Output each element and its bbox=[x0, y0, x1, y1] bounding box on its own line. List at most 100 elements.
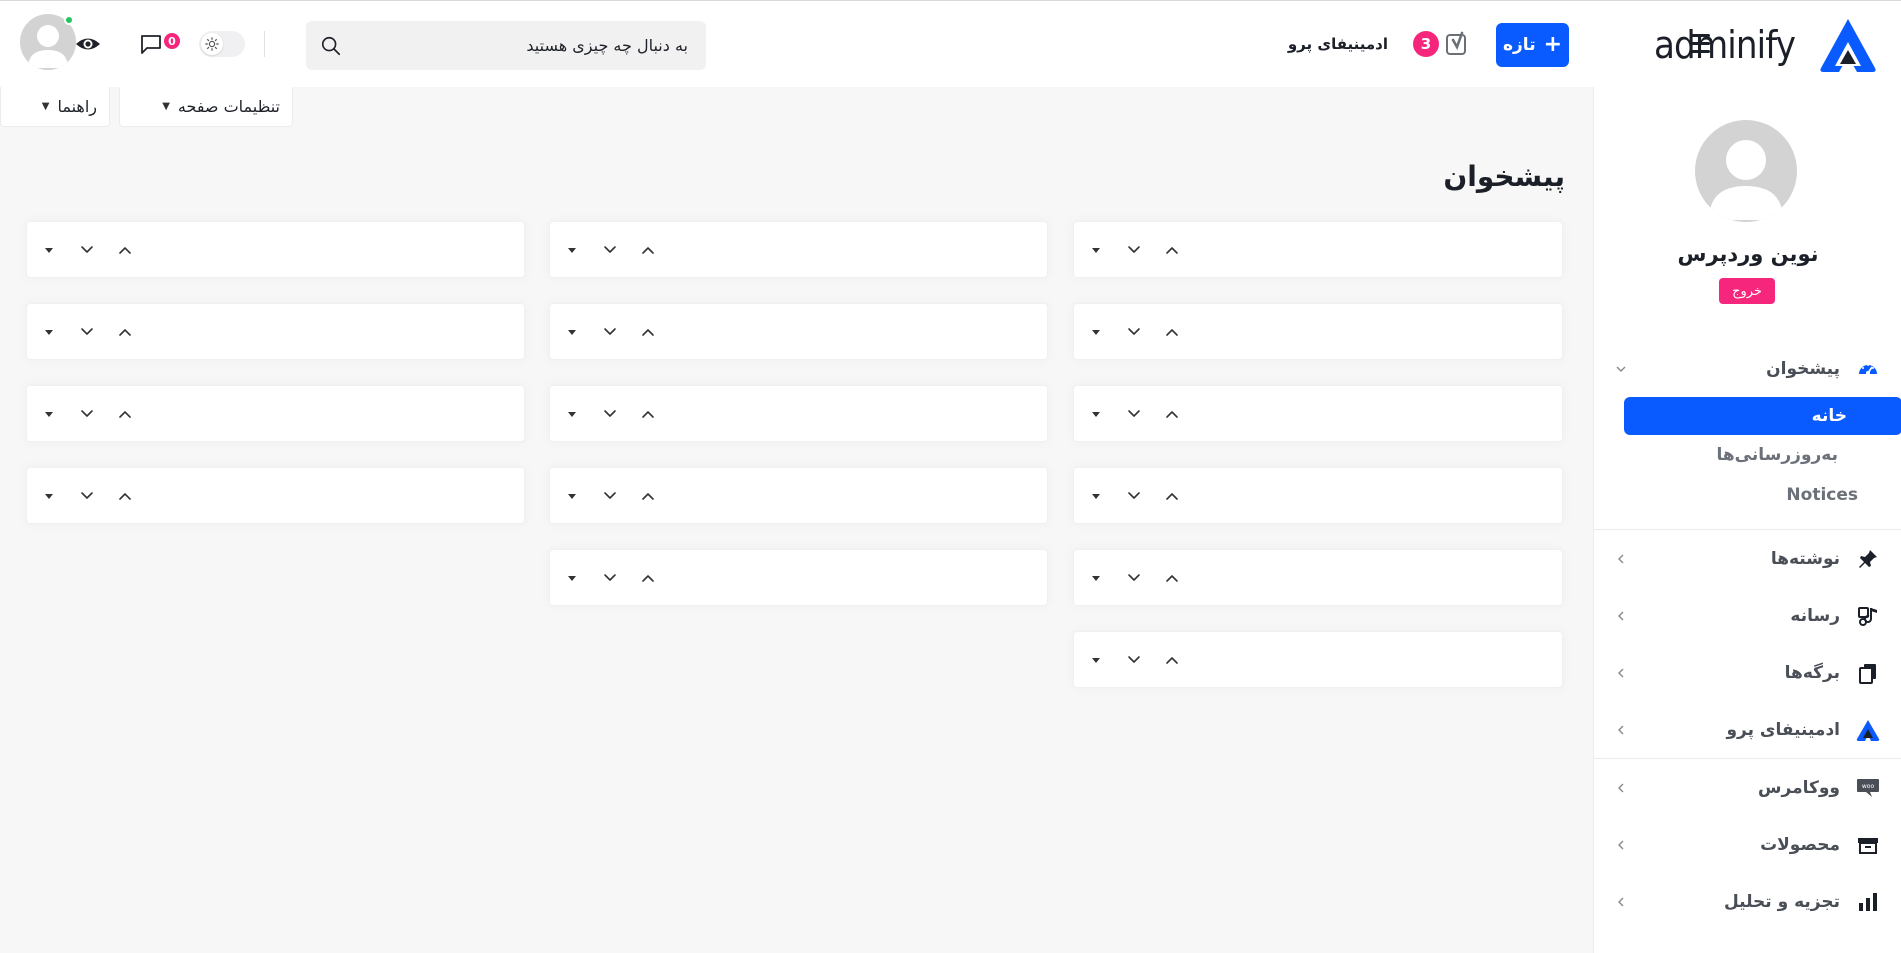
move-up-chevron-icon[interactable] bbox=[1162, 486, 1182, 506]
chevron-left-icon bbox=[1618, 840, 1624, 849]
chevron-left-icon bbox=[1618, 668, 1624, 677]
move-up-chevron-icon[interactable] bbox=[1162, 240, 1182, 260]
move-down-chevron-icon[interactable] bbox=[1124, 486, 1144, 506]
dark-mode-toggle[interactable] bbox=[199, 31, 245, 57]
dashboard-widget bbox=[549, 467, 1048, 524]
toggle-panel-caret-icon[interactable] bbox=[39, 240, 59, 260]
move-up-chevron-icon[interactable] bbox=[638, 486, 658, 506]
move-down-chevron-icon[interactable] bbox=[600, 568, 620, 588]
move-up-chevron-icon[interactable] bbox=[638, 240, 658, 260]
comments-count-badge: 0 bbox=[164, 33, 180, 49]
dashboard-widget bbox=[1073, 303, 1563, 360]
toggle-panel-caret-icon[interactable] bbox=[1086, 240, 1106, 260]
caret-down-icon: ▼ bbox=[41, 101, 50, 112]
pages-icon bbox=[1856, 661, 1880, 685]
chevron-left-icon bbox=[1618, 611, 1624, 620]
caret-down-icon: ▼ bbox=[162, 101, 170, 112]
hamburger-icon[interactable] bbox=[1690, 32, 1712, 54]
move-up-chevron-icon[interactable] bbox=[638, 568, 658, 588]
sidebar-item-adminify[interactable]: ادمینیفای پرو bbox=[1594, 701, 1901, 758]
move-up-chevron-icon[interactable] bbox=[1162, 650, 1182, 670]
sidebar-item-label: پیشخوان bbox=[1766, 358, 1840, 379]
move-down-chevron-icon[interactable] bbox=[600, 240, 620, 260]
sidebar-item-dashboard[interactable]: پیشخوان bbox=[1594, 340, 1901, 397]
widget-column-3 bbox=[26, 221, 525, 524]
sidebar-item-label: تجزیه و تحلیل bbox=[1724, 891, 1840, 912]
move-down-chevron-icon[interactable] bbox=[600, 322, 620, 342]
sidebar-item-woo[interactable]: woo ووکامرس bbox=[1594, 759, 1901, 816]
move-down-chevron-icon[interactable] bbox=[600, 404, 620, 424]
comment-icon[interactable] bbox=[139, 32, 163, 56]
move-up-chevron-icon[interactable] bbox=[115, 240, 135, 260]
adminify-pro-link[interactable]: ادمینیفای پرو bbox=[1288, 31, 1388, 57]
search-box bbox=[306, 21, 706, 70]
move-down-chevron-icon[interactable] bbox=[1124, 568, 1144, 588]
yoast-icon[interactable] bbox=[1446, 31, 1470, 57]
sun-icon bbox=[205, 37, 219, 51]
woo-icon: woo bbox=[1856, 776, 1880, 800]
toggle-panel-caret-icon[interactable] bbox=[1086, 404, 1106, 424]
screen-options-tab[interactable]: تنظیمات صفحه ▼ bbox=[119, 87, 293, 127]
move-down-chevron-icon[interactable] bbox=[600, 486, 620, 506]
sidebar-item-pages[interactable]: برگه‌ها bbox=[1594, 644, 1901, 701]
dashboard-widget bbox=[549, 549, 1048, 606]
move-down-chevron-icon[interactable] bbox=[77, 240, 97, 260]
adminify-logo-icon bbox=[1820, 19, 1876, 72]
toggle-panel-caret-icon[interactable] bbox=[39, 404, 59, 424]
move-up-chevron-icon[interactable] bbox=[1162, 404, 1182, 424]
eye-icon[interactable] bbox=[75, 32, 101, 56]
toggle-panel-caret-icon[interactable] bbox=[1086, 322, 1106, 342]
sidebar-item-pin[interactable]: نوشته‌ها bbox=[1594, 530, 1901, 587]
move-down-chevron-icon[interactable] bbox=[77, 486, 97, 506]
toggle-panel-caret-icon[interactable] bbox=[562, 404, 582, 424]
move-up-chevron-icon[interactable] bbox=[638, 404, 658, 424]
sidebar-subitem-home[interactable]: خانه bbox=[1624, 397, 1901, 435]
dashboard-widget bbox=[1073, 221, 1563, 278]
toggle-panel-caret-icon[interactable] bbox=[39, 486, 59, 506]
move-up-chevron-icon[interactable] bbox=[1162, 322, 1182, 342]
move-up-chevron-icon[interactable] bbox=[115, 322, 135, 342]
sidebar-subitem-notices[interactable]: Notices bbox=[1594, 475, 1901, 515]
sidebar-item-media[interactable]: رسانه bbox=[1594, 587, 1901, 644]
toggle-panel-caret-icon[interactable] bbox=[562, 240, 582, 260]
archive-icon bbox=[1856, 833, 1880, 857]
new-button-label: تازه bbox=[1502, 35, 1536, 55]
page-title: پیشخوان bbox=[1443, 160, 1565, 193]
sidebar-item-label: برگه‌ها bbox=[1784, 662, 1840, 683]
toggle-panel-caret-icon[interactable] bbox=[562, 322, 582, 342]
move-down-chevron-icon[interactable] bbox=[1124, 650, 1144, 670]
move-up-chevron-icon[interactable] bbox=[638, 322, 658, 342]
logo-text: adminify bbox=[1654, 23, 1796, 67]
move-down-chevron-icon[interactable] bbox=[77, 322, 97, 342]
logout-button[interactable]: خروج bbox=[1719, 278, 1775, 304]
toggle-panel-caret-icon[interactable] bbox=[1086, 568, 1106, 588]
move-up-chevron-icon[interactable] bbox=[115, 486, 135, 506]
help-tab[interactable]: راهنما ▼ bbox=[0, 87, 110, 127]
profile-avatar[interactable] bbox=[1695, 120, 1797, 222]
dashboard-widget bbox=[549, 303, 1048, 360]
chevron-left-icon bbox=[1618, 897, 1624, 906]
sidebar-item-archive[interactable]: محصولات bbox=[1594, 816, 1901, 873]
toggle-panel-caret-icon[interactable] bbox=[562, 568, 582, 588]
dashboard-widget bbox=[549, 221, 1048, 278]
toggle-panel-caret-icon[interactable] bbox=[562, 486, 582, 506]
move-up-chevron-icon[interactable] bbox=[1162, 568, 1182, 588]
toggle-panel-caret-icon[interactable] bbox=[1086, 650, 1106, 670]
move-down-chevron-icon[interactable] bbox=[1124, 322, 1144, 342]
dashboard-widget bbox=[1073, 549, 1563, 606]
sidebar-subitem-updates[interactable]: به‌روزرسانی‌ها bbox=[1594, 435, 1901, 475]
toggle-panel-caret-icon[interactable] bbox=[39, 322, 59, 342]
search-input[interactable] bbox=[350, 36, 688, 55]
toggle-panel-caret-icon[interactable] bbox=[1086, 486, 1106, 506]
sidebar-item-bar-chart[interactable]: تجزیه و تحلیل bbox=[1594, 873, 1901, 930]
move-up-chevron-icon[interactable] bbox=[115, 404, 135, 424]
move-down-chevron-icon[interactable] bbox=[77, 404, 97, 424]
new-content-button[interactable]: تازه + bbox=[1496, 23, 1569, 67]
screen-options-label: تنظیمات صفحه bbox=[177, 97, 280, 116]
move-down-chevron-icon[interactable] bbox=[1124, 240, 1144, 260]
sidebar-item-label: نوشته‌ها bbox=[1770, 548, 1840, 569]
move-down-chevron-icon[interactable] bbox=[1124, 404, 1144, 424]
search-icon[interactable] bbox=[320, 35, 342, 57]
dashboard-widget bbox=[1073, 467, 1563, 524]
pin-icon bbox=[1856, 547, 1880, 571]
